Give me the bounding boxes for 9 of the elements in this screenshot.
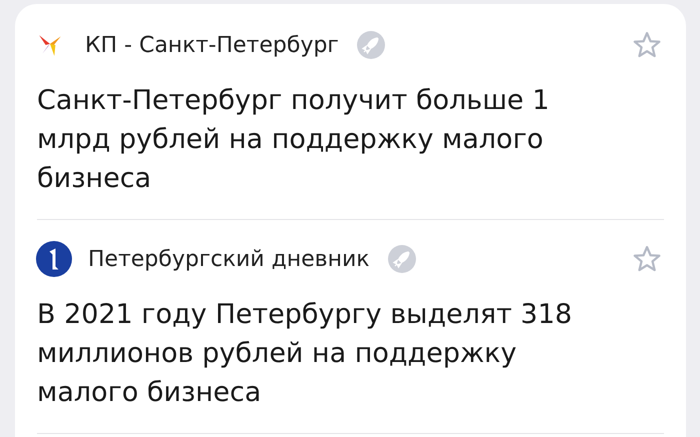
rocket-icon[interactable] (356, 31, 385, 59)
source-name[interactable]: КП - Санкт-Петербург (85, 32, 339, 58)
news-headline[interactable]: Санкт-Петербург получит больше 1 млрд рублей на поддержку малого бизнеса (37, 81, 664, 198)
star-icon[interactable] (632, 244, 662, 274)
source-name[interactable]: Петербургский дневник (88, 246, 370, 272)
star-icon[interactable] (632, 30, 662, 60)
rocket-icon[interactable] (388, 245, 416, 273)
circle-logo-icon (36, 241, 72, 277)
news-headline[interactable]: В 2021 году Петербургу выделят 318 миллионов рублей на поддержку малого бизнеса (37, 295, 664, 412)
